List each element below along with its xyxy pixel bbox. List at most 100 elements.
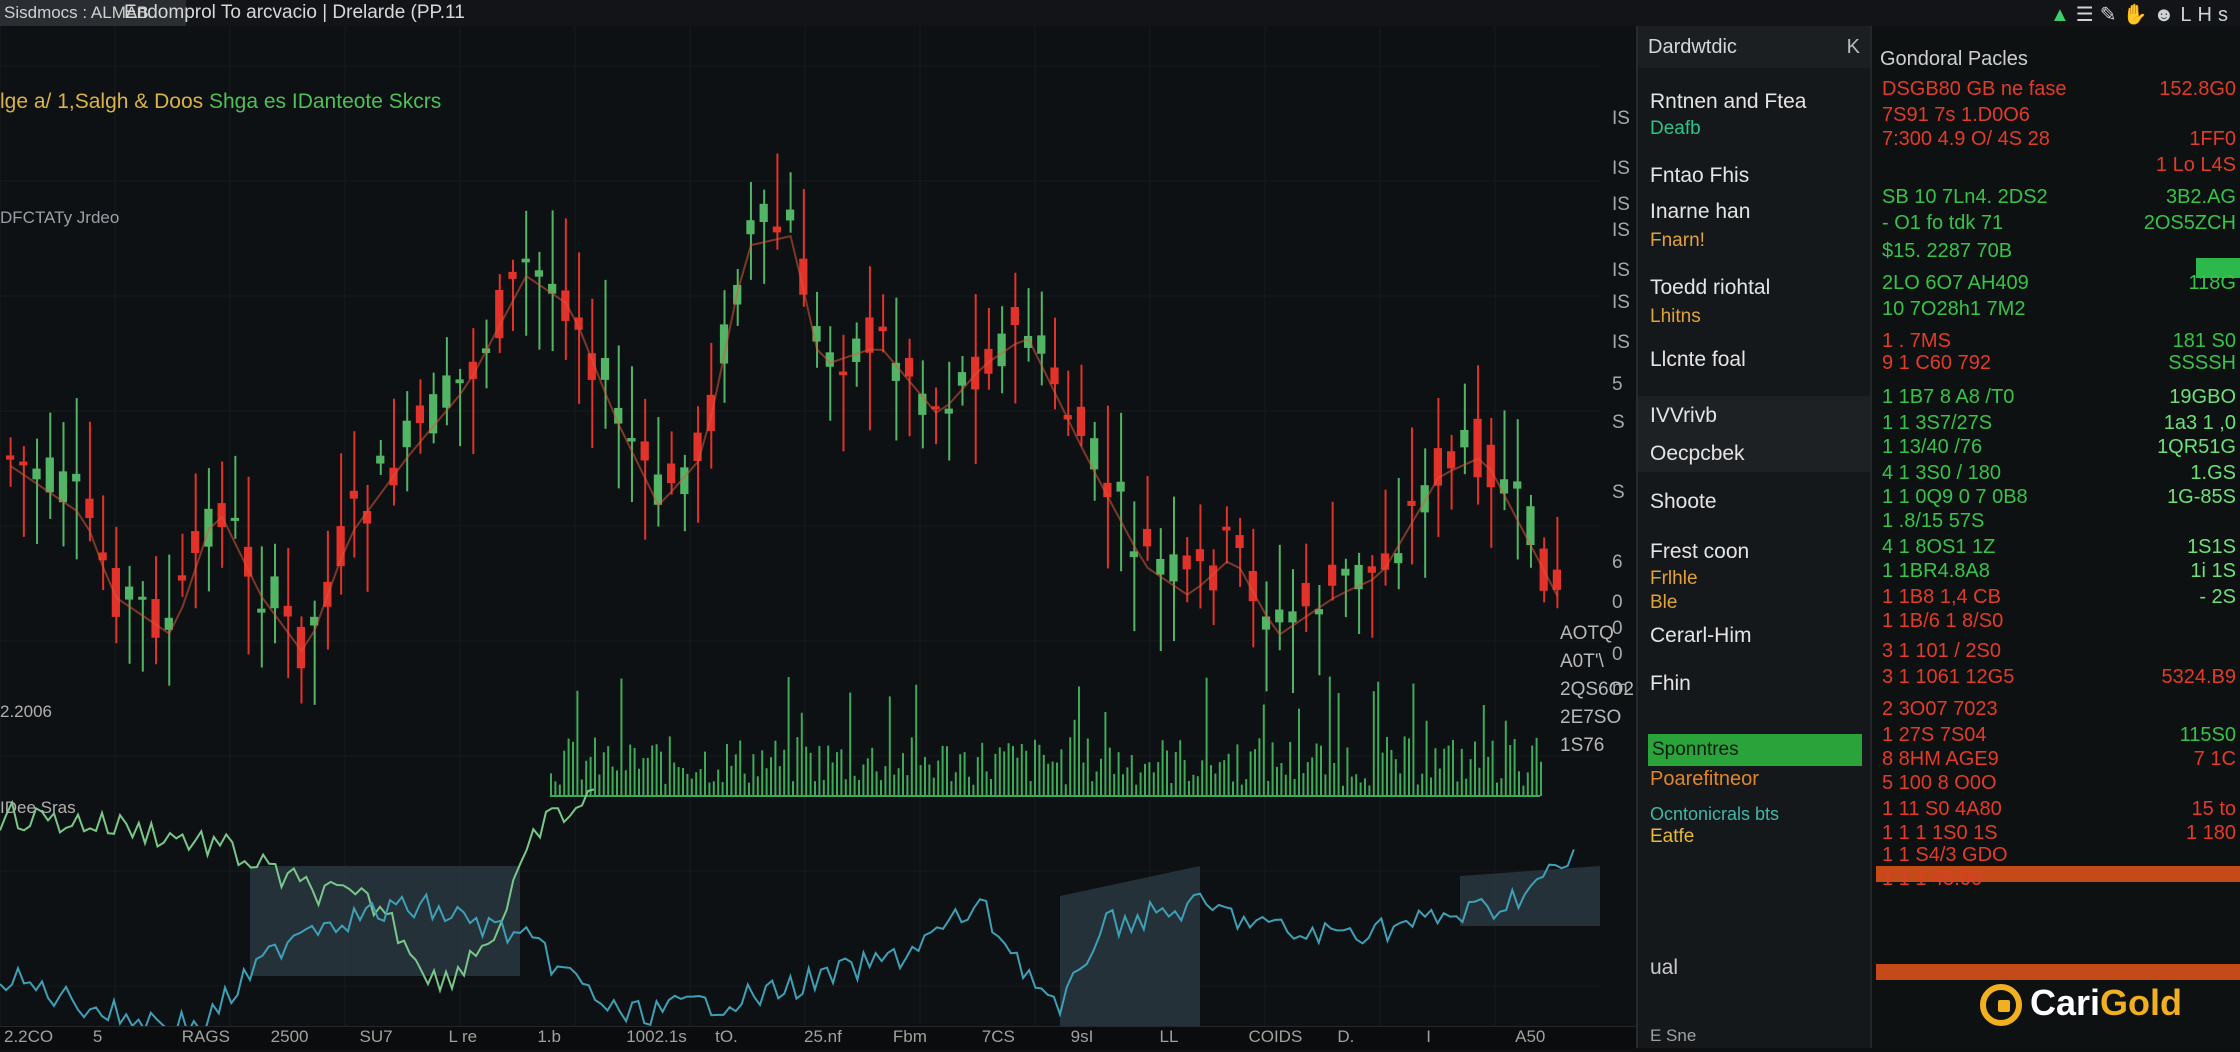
volume-bar (897, 768, 900, 796)
volume-bar (1258, 738, 1261, 796)
sidebar-item[interactable]: Cerarl-Him (1650, 624, 1752, 648)
order-row[interactable]: 10 7O28h1 7M2 (1872, 298, 2240, 326)
candle-body (786, 209, 795, 221)
tool-icon[interactable]: S (1612, 482, 1625, 504)
bottom-label: ual (1650, 956, 1679, 979)
volume-bar (1271, 742, 1274, 796)
sidebar-item[interactable]: Fhin (1650, 672, 1691, 696)
sidebar-item-sub: Deafb (1650, 118, 1701, 139)
volume-bar (787, 677, 790, 796)
sidebar-item[interactable]: Oecpcbek (1650, 442, 1745, 466)
order-price: DSGB80 GB ne fase (1882, 78, 2067, 100)
legend-b: Shga es IDanteote Skcrs (208, 90, 442, 113)
volume-bar (1100, 758, 1102, 796)
volume-bar (1060, 749, 1063, 796)
volume-bar (990, 778, 992, 796)
order-row[interactable]: SB 10 7Ln4. 2DS2 3B2.AG (1872, 186, 2240, 214)
sidebar-item[interactable]: Rntnen and Ftea (1650, 90, 1806, 114)
order-price: 2LO 6O7 AH409 (1882, 272, 2029, 294)
order-row[interactable]: 1 1B/6 1 8/S0 (1872, 610, 2240, 638)
order-row[interactable]: 1 1B7 8 A8 /T0 19GBO (1872, 386, 2240, 414)
order-row[interactable]: 2LO 6O7 AH409 118G (1872, 272, 2240, 300)
candle-body (746, 220, 755, 235)
volume-bar (1500, 778, 1503, 796)
tool-icon[interactable]: m (1612, 678, 1628, 700)
time-axis-label: Fbm (892, 1027, 927, 1046)
candle-body (283, 605, 292, 617)
order-row[interactable]: - O1 fo tdk 71 2OS5ZCH (1872, 212, 2240, 240)
app-icon[interactable]: ▲ (2050, 4, 2076, 26)
hand-icon[interactable]: ✋ (2122, 4, 2153, 26)
pen-icon[interactable]: ✎ (2100, 4, 2123, 26)
order-row[interactable]: 7:300 4.9 O/ 4S 28 1FF0 (1872, 128, 2240, 156)
sidebar-item[interactable]: Fntao Fhis (1650, 164, 1749, 188)
candle-body (151, 599, 160, 638)
tool-icon[interactable]: IS (1612, 108, 1630, 130)
volume-bar (1509, 744, 1512, 796)
tool-icon[interactable]: S (1612, 412, 1625, 434)
volume-bar (1174, 752, 1177, 796)
tool-icon[interactable]: IS (1612, 332, 1630, 354)
volume-bar (1394, 759, 1397, 796)
collapse-icon[interactable]: K (1847, 26, 1860, 68)
order-row[interactable]: 5 100 8 O0O (1872, 772, 2240, 800)
volume-bar (1390, 749, 1393, 796)
user-icon[interactable]: ☻ (2153, 4, 2180, 26)
order-row[interactable]: 2 3O07 7023 (1872, 698, 2240, 726)
order-size: - 2S (2199, 586, 2236, 608)
sidebar-item[interactable]: Frest coon (1650, 540, 1749, 564)
order-price: 1 1B8 1,4 CB (1882, 586, 2001, 608)
volume-bar (818, 746, 821, 796)
tool-icon[interactable]: 6 (1612, 552, 1623, 574)
volume-bar (1346, 747, 1349, 796)
volume-bar (1183, 759, 1186, 796)
volume-bar (884, 766, 887, 796)
chart-canvas[interactable] (0, 26, 1600, 1026)
tool-icon[interactable]: 0 (1612, 618, 1623, 640)
volume-bar (866, 758, 869, 796)
candle-body (667, 463, 676, 484)
order-row[interactable]: 3 1 1061 12G5 5324.B9 (1872, 666, 2240, 694)
order-row[interactable]: 1 Lo L4S (1872, 154, 2240, 182)
volume-bar (862, 764, 865, 796)
brand-logo-icon (1980, 984, 2022, 1027)
tool-icon[interactable]: IS (1612, 158, 1630, 180)
tool-icon[interactable]: IS (1612, 260, 1630, 282)
tool-icon[interactable]: 0 (1612, 592, 1623, 614)
order-row[interactable]: 9 1 C60 792 SSSSH (1872, 352, 2240, 380)
tool-icon[interactable]: 5 (1612, 374, 1623, 396)
time-axis: 2.2CO 5 RAGS 2500 SU7 L re 1.b 1002.1s tO. 25.nf F… (0, 1026, 1636, 1049)
order-row[interactable]: $15. 2287 70B (1872, 240, 2240, 268)
volume-bar (1161, 740, 1164, 796)
sidebar-item[interactable]: Llcnte foal (1650, 348, 1746, 372)
order-size: 1.GS (2190, 462, 2236, 484)
tool-icon[interactable]: IS (1612, 292, 1630, 314)
volume-bar (1086, 738, 1089, 796)
order-row[interactable]: 3 1 101 / 2S0 (1872, 640, 2240, 668)
tool-icon[interactable]: IS (1612, 194, 1630, 216)
order-price: 9 1 C60 792 (1882, 352, 1991, 374)
order-row[interactable]: DSGB80 GB ne fase 152.8G0 (1872, 78, 2240, 106)
tool-icon[interactable]: 0 (1612, 644, 1623, 666)
sponsor-button[interactable]: Sponntres (1648, 734, 1862, 766)
volume-bar (1399, 773, 1402, 796)
order-row[interactable]: 1 13/40 /76 1QR51G (1872, 436, 2240, 464)
volume-bar (915, 684, 918, 796)
volume-bar (1465, 778, 1468, 796)
order-row[interactable]: 1 1 1 45.00 (1872, 868, 2240, 896)
volume-bar (633, 747, 636, 796)
candle-body (600, 357, 610, 380)
volume-bar (1144, 763, 1146, 796)
order-row[interactable]: 1 1BR4.8A8 1i 1S (1872, 560, 2240, 588)
tool-icon[interactable]: IS (1612, 220, 1630, 242)
list-icon[interactable]: ☰ (2076, 4, 2100, 26)
sidebar-item[interactable]: Inarne han (1650, 200, 1750, 224)
price-chart[interactable]: lge a/ 1,Salgh & Doos Shga es IDanteote … (0, 26, 1636, 1026)
sidebar-item[interactable]: Shoote (1650, 490, 1717, 514)
volume-bar (1201, 760, 1204, 796)
teal-label: Ocntonicrals bts (1650, 804, 1780, 824)
volume-bar (677, 767, 680, 796)
order-row[interactable]: 1 .8/15 57S (1872, 510, 2240, 538)
sidebar-item[interactable]: Toedd riohtal (1650, 276, 1770, 300)
sidebar-item[interactable]: IVVrivb (1650, 404, 1717, 428)
